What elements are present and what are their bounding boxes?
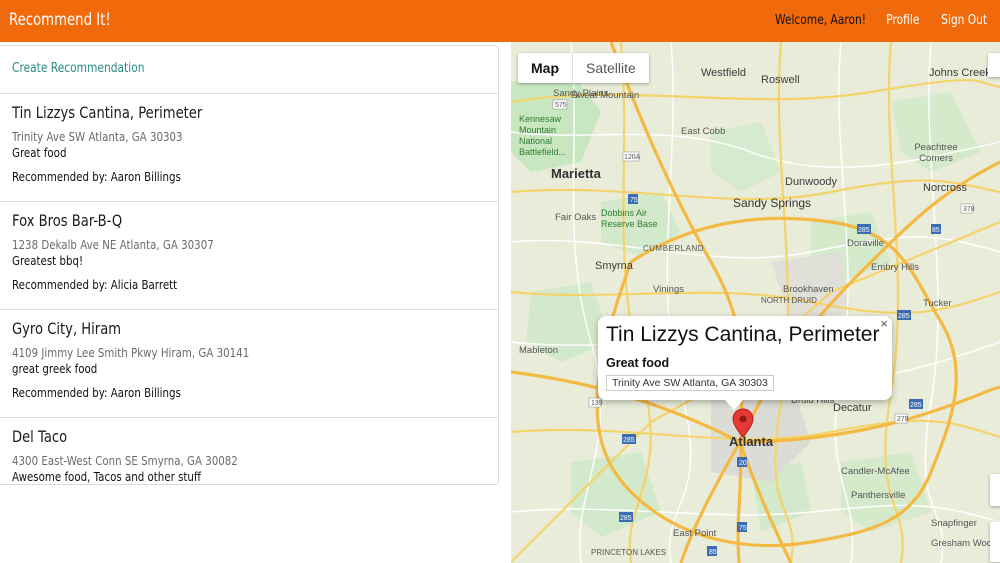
list-item[interactable]: Tin Lizzys Cantina, Perimeter Trinity Av… <box>0 94 498 202</box>
map-label: Embry Hills <box>871 262 920 273</box>
map-label: Roswell <box>761 74 800 86</box>
map-label: Brookhaven <box>783 284 834 295</box>
map-label: Tucker <box>923 298 952 309</box>
map-label: Snapfinger <box>931 518 977 529</box>
map-label: Norcross <box>923 182 968 194</box>
map-label: Marietta <box>551 166 601 181</box>
recommendation-title: Fox Bros Bar-B-Q <box>12 211 123 230</box>
map-view[interactable]: 575 120A 75 285 85 285 285 285 285 20 75… <box>511 42 1000 563</box>
create-recommendation-link[interactable]: Create Recommendation <box>12 61 144 76</box>
recommendation-title: Del Taco <box>12 427 68 446</box>
map-label: Mableton <box>519 345 559 356</box>
info-window-address: Trinity Ave SW Atlanta, GA 30303 <box>606 375 774 391</box>
recommendation-address: 4109 Jimmy Lee Smith Pkwy Hiram, GA 3014… <box>12 345 250 360</box>
top-navbar: Recommend It! Welcome, Aaron! Profile Si… <box>0 0 1000 42</box>
list-item[interactable]: Del Taco 4300 East-West Conn SE Smyrna, … <box>0 418 498 484</box>
map-label: East Cobb <box>681 126 726 137</box>
recommended-by: Recommended by: Aaron Billings <box>12 169 181 184</box>
close-icon[interactable]: × <box>880 316 888 331</box>
map-type-satellite-button[interactable]: Satellite <box>573 53 649 83</box>
recommended-by: Recommended by: Aaron Billings <box>12 385 181 400</box>
svg-text:285: 285 <box>620 515 632 522</box>
info-window-description: Great food <box>606 356 670 370</box>
recommendation-description: Great food <box>12 145 67 160</box>
recommendation-title: Gyro City, Hiram <box>12 319 122 338</box>
svg-text:20: 20 <box>739 460 747 467</box>
recommendation-description: Awesome food, Tacos and other stuff <box>12 469 201 484</box>
map-label: CUMBERLAND <box>643 244 705 253</box>
map-info-window: × Tin Lizzys Cantina, Perimeter Great fo… <box>598 316 892 410</box>
map-label: Panthersville <box>851 490 906 501</box>
map-label: Candler-McAfee <box>841 466 910 477</box>
recommendations-panel: Create Recommendation Tin Lizzys Cantina… <box>0 45 499 485</box>
map-label: Vinings <box>653 284 684 295</box>
svg-text:85: 85 <box>709 549 717 556</box>
svg-text:85: 85 <box>932 227 940 234</box>
svg-text:378: 378 <box>963 206 975 213</box>
map-label: Sandy Springs <box>733 196 812 210</box>
welcome-text: Welcome, Aaron! <box>775 13 867 28</box>
brand-title[interactable]: Recommend It! <box>9 10 111 30</box>
recommended-by: Recommended by: Alicia Barrett <box>12 277 178 292</box>
list-item[interactable]: Fox Bros Bar-B-Q 1238 Dekalb Ave NE Atla… <box>0 202 498 310</box>
recommendation-description: Greatest bbq! <box>12 253 84 268</box>
svg-text:139: 139 <box>591 400 603 407</box>
sign-out-link[interactable]: Sign Out <box>941 13 987 28</box>
map-type-control: Map Satellite <box>518 53 649 83</box>
svg-text:75: 75 <box>739 525 747 532</box>
map-type-map-button[interactable]: Map <box>518 53 573 83</box>
fullscreen-icon[interactable] <box>988 53 1000 77</box>
recommendation-address: 1238 Dekalb Ave NE Atlanta, GA 30307 <box>12 237 214 252</box>
map-marker-icon[interactable] <box>732 408 754 438</box>
svg-text:285: 285 <box>910 402 922 409</box>
map-label: Decatur <box>833 402 872 414</box>
svg-text:575: 575 <box>555 102 567 109</box>
map-label: Fair Oaks <box>555 212 597 223</box>
map-label: East Point <box>673 528 717 539</box>
map-label: Kennesaw Mountain National Battlefield..… <box>519 114 567 157</box>
map-label: Dunwoody <box>785 176 837 188</box>
map-label: NORTH DRUID <box>761 296 817 305</box>
create-row: Create Recommendation <box>0 46 498 94</box>
svg-text:75: 75 <box>630 197 638 204</box>
recommendation-description: great greek food <box>12 361 98 376</box>
zoom-control[interactable] <box>990 522 1000 562</box>
map-label: Peachtree Corners <box>914 142 958 164</box>
nav-links: Welcome, Aaron! Profile Sign Out <box>755 13 987 28</box>
svg-text:120A: 120A <box>624 154 641 161</box>
list-item[interactable]: Gyro City, Hiram 4109 Jimmy Lee Smith Pk… <box>0 310 498 418</box>
map-label: Smyrna <box>595 260 633 272</box>
pegman-icon[interactable] <box>990 474 1000 506</box>
svg-text:285: 285 <box>623 437 635 444</box>
map-label: Sandy Plains <box>553 88 609 99</box>
map-label: Doraville <box>847 238 884 249</box>
recommendation-title: Tin Lizzys Cantina, Perimeter <box>12 103 203 122</box>
svg-text:285: 285 <box>898 313 910 320</box>
map-label: Westfield <box>701 67 747 79</box>
recommendation-address: Trinity Ave SW Atlanta, GA 30303 <box>12 129 183 144</box>
map-label: PRINCETON LAKES <box>591 548 666 557</box>
recommendation-address: 4300 East-West Conn SE Smyrna, GA 30082 <box>12 453 238 468</box>
svg-text:278: 278 <box>897 416 909 423</box>
info-window-title: Tin Lizzys Cantina, Perimeter <box>606 323 880 346</box>
svg-text:285: 285 <box>858 227 870 234</box>
map-label: Dobbins Air Reserve Base <box>601 208 658 229</box>
profile-link[interactable]: Profile <box>886 13 919 28</box>
map-label: Johns Creek <box>929 67 991 79</box>
